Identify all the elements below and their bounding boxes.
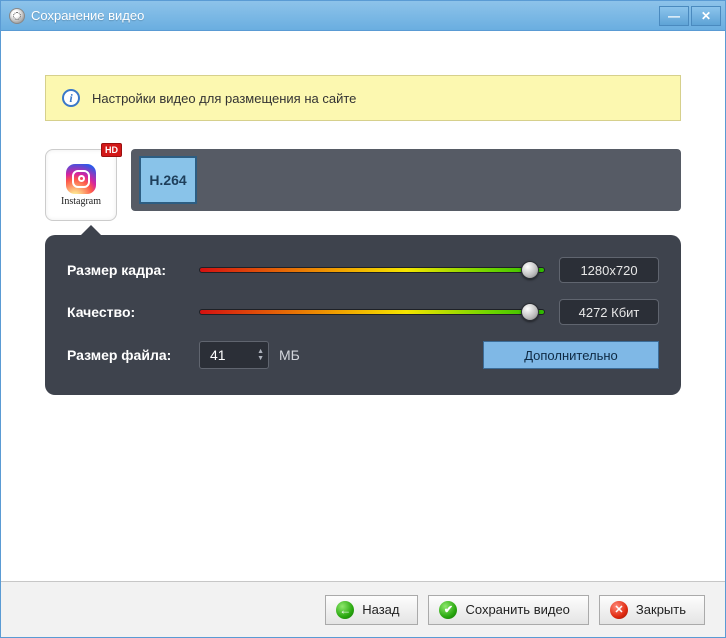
- file-size-label: Размер файла:: [67, 347, 199, 363]
- spinner-arrows[interactable]: ▲ ▼: [257, 348, 264, 362]
- minimize-button[interactable]: —: [659, 6, 689, 26]
- info-icon: i: [62, 89, 80, 107]
- file-size-value: 41: [210, 347, 257, 363]
- advanced-button[interactable]: Дополнительно: [483, 341, 659, 369]
- chevron-down-icon[interactable]: ▼: [257, 355, 264, 362]
- quality-row: Качество: 4272 Кбит: [67, 299, 659, 325]
- quality-label: Качество:: [67, 304, 199, 320]
- file-size-spinner[interactable]: 41 ▲ ▼: [199, 341, 269, 369]
- window-title: Сохранение видео: [31, 8, 659, 23]
- quality-thumb[interactable]: [521, 303, 539, 321]
- window-controls: — ✕: [659, 6, 721, 26]
- file-size-row: Размер файла: 41 ▲ ▼ МБ Дополнительно: [67, 341, 659, 369]
- frame-size-value: 1280x720: [559, 257, 659, 283]
- check-icon: [439, 601, 457, 619]
- preset-label: Instagram: [61, 196, 101, 207]
- banner-text: Настройки видео для размещения на сайте: [92, 91, 356, 106]
- preset-row: HD Instagram H.264: [45, 149, 681, 221]
- app-window: Сохранение видео — ✕ i Настройки видео д…: [0, 0, 726, 638]
- frame-size-slider[interactable]: [199, 267, 545, 273]
- close-icon: [610, 601, 628, 619]
- preset-instagram-tile[interactable]: HD Instagram: [45, 149, 117, 221]
- settings-panel: Размер кадра: 1280x720 Качество: 4272 Кб…: [45, 235, 681, 395]
- frame-size-row: Размер кадра: 1280x720: [67, 257, 659, 283]
- save-button[interactable]: Сохранить видео: [428, 595, 588, 625]
- app-icon: [9, 8, 25, 24]
- frame-size-label: Размер кадра:: [67, 262, 199, 278]
- close-button[interactable]: Закрыть: [599, 595, 705, 625]
- info-banner: i Настройки видео для размещения на сайт…: [45, 75, 681, 121]
- codec-bar: H.264: [131, 149, 681, 211]
- quality-slider[interactable]: [199, 309, 545, 315]
- instagram-icon: [66, 164, 96, 194]
- content-area: i Настройки видео для размещения на сайт…: [1, 31, 725, 581]
- file-size-unit: МБ: [279, 347, 300, 363]
- frame-size-thumb[interactable]: [521, 261, 539, 279]
- quality-value: 4272 Кбит: [559, 299, 659, 325]
- chevron-up-icon[interactable]: ▲: [257, 348, 264, 355]
- back-label: Назад: [362, 602, 399, 617]
- save-label: Сохранить видео: [465, 602, 569, 617]
- arrow-left-icon: [336, 601, 354, 619]
- titlebar: Сохранение видео — ✕: [1, 1, 725, 31]
- close-label: Закрыть: [636, 602, 686, 617]
- hd-badge: HD: [101, 143, 122, 157]
- footer: Назад Сохранить видео Закрыть: [1, 581, 725, 637]
- codec-label: H.264: [149, 172, 186, 188]
- codec-chip[interactable]: H.264: [139, 156, 197, 204]
- back-button[interactable]: Назад: [325, 595, 418, 625]
- close-window-button[interactable]: ✕: [691, 6, 721, 26]
- advanced-label: Дополнительно: [524, 348, 618, 363]
